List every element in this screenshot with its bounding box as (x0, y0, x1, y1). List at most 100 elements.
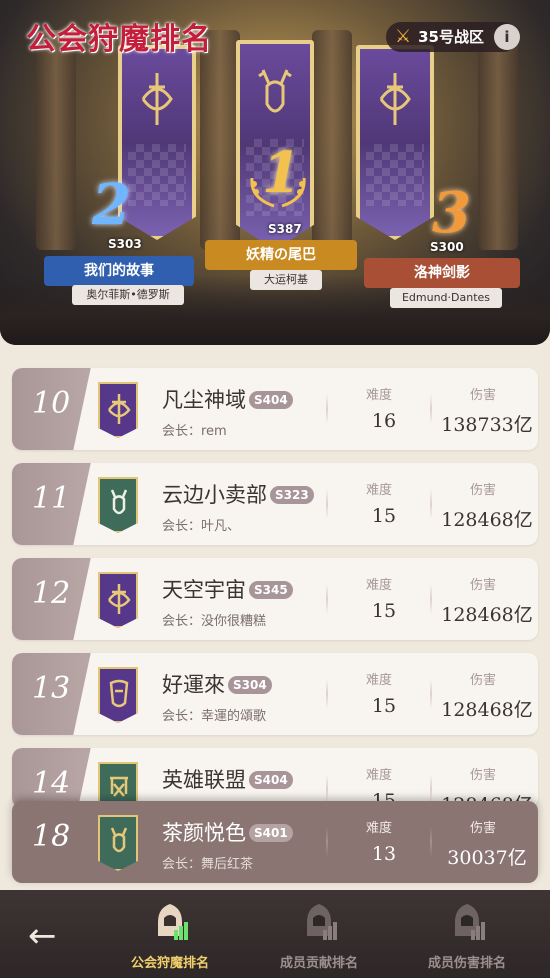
guild-crest-icon (98, 477, 138, 533)
podium-leader-1: 大运柯基 (250, 270, 322, 290)
rank-number: 10 (32, 386, 71, 421)
guild-name: 天空宇宙 S345 (162, 574, 293, 604)
guild-crest-icon (98, 382, 138, 438)
tab-member-contribution-ranking[interactable]: 成员贡献排名 (264, 900, 374, 978)
pillar-decoration (36, 30, 76, 250)
guild-name: 好運來 S304 (162, 669, 272, 699)
ranking-row[interactable]: 12 天空宇宙 S345 会长：没你很糟糕 难度 15 伤害 128468亿 (12, 558, 538, 640)
rank-number: 13 (32, 671, 71, 706)
back-arrow-icon[interactable]: ← (28, 918, 72, 954)
column-divider (326, 394, 328, 424)
pillar-decoration (312, 30, 352, 250)
damage-label: 伤害 (470, 673, 497, 688)
hooded-figure-icon (158, 904, 188, 940)
damage-label: 伤害 (470, 483, 497, 498)
column-divider (430, 679, 432, 709)
page-title: 公会狩魔排名 (26, 22, 212, 57)
bottom-nav: ← 公会狩魔排名 成员贡献排名 成员伤害排名 (0, 890, 550, 978)
damage-value: 30037亿 (447, 847, 527, 869)
server-tag: S304 (228, 676, 272, 694)
ranking-list[interactable]: 10 凡尘神域 S404 会长：rem 难度 16 伤害 138733亿 11 云… (12, 368, 538, 808)
place-number-3: 3 (432, 180, 471, 246)
damage-label: 伤害 (470, 768, 497, 783)
sword-crest-icon (141, 73, 173, 125)
podium-hero: 公会狩魔排名 ⚔ 35号战区 i 2 1 3 S303 S387 S300 我们… (0, 0, 550, 345)
rank-number: 12 (32, 576, 71, 611)
tab-member-damage-ranking[interactable]: 成员伤害排名 (412, 900, 522, 978)
difficulty-value: 15 (371, 600, 397, 622)
podium-guild-2[interactable]: 我们的故事 (44, 256, 194, 286)
ranking-row[interactable]: 11 云边小卖部 S323 会长：叶凡、 难度 15 伤害 128468亿 (12, 463, 538, 545)
column-divider (430, 827, 432, 857)
ranking-row[interactable]: 13 好運來 S304 会长：幸運的頌歌 难度 15 伤害 128468亿 (12, 653, 538, 735)
laurel-icon (250, 177, 306, 208)
sword-crest-icon (379, 73, 411, 125)
rank-number: 14 (32, 766, 71, 801)
column-divider (326, 774, 328, 804)
damage-label: 伤害 (470, 388, 497, 403)
damage-value: 138733亿 (441, 414, 533, 436)
ranking-row[interactable]: 14 英雄联盟S404 难度 15 伤害 128468亿 (12, 748, 538, 808)
hooded-figure-icon (455, 904, 485, 940)
ranking-row[interactable]: 10 凡尘神域 S404 会长：rem 难度 16 伤害 138733亿 (12, 368, 538, 450)
column-divider (326, 489, 328, 519)
difficulty-label: 难度 (366, 483, 393, 498)
difficulty-label: 难度 (366, 388, 393, 403)
banner-third (356, 45, 434, 240)
hooded-figure-icon (307, 904, 337, 940)
info-button[interactable]: i (494, 24, 520, 50)
difficulty-value: 15 (371, 695, 397, 717)
podium-guild-1[interactable]: 妖精の尾巴 (205, 240, 357, 270)
difficulty-label: 难度 (366, 768, 393, 783)
pillar-decoration (478, 30, 518, 250)
guild-name: 云边小卖部 S323 (162, 479, 314, 509)
damage-label: 伤害 (470, 821, 497, 836)
column-divider (326, 827, 328, 857)
column-divider (430, 584, 432, 614)
guild-leader: 会长：没你很糟糕 (162, 614, 267, 629)
difficulty-label: 难度 (366, 578, 393, 593)
server-tag: S401 (249, 824, 293, 842)
damage-value: 128468亿 (441, 604, 533, 626)
difficulty-value: 16 (371, 410, 397, 432)
damage-value: 128468亿 (441, 509, 533, 531)
column-divider (326, 584, 328, 614)
zone-label: 35号战区 (418, 28, 484, 46)
place-number-2: 2 (92, 172, 131, 238)
tab-label: 成员贡献排名 (279, 956, 358, 971)
guild-crest-icon (98, 572, 138, 628)
podium-guild-3[interactable]: 洛神剑影 (364, 258, 520, 288)
server-tag: S323 (270, 486, 314, 504)
difficulty-label: 难度 (366, 673, 393, 688)
server-tag: S404 (249, 391, 293, 409)
guild-leader: 会长：舞后红茶 (162, 857, 254, 872)
difficulty-value: 15 (371, 505, 397, 527)
rank-number: 11 (32, 481, 71, 516)
stag-crest-icon (258, 69, 292, 113)
guild-crest-icon (98, 667, 138, 723)
damage-label: 伤害 (470, 578, 497, 593)
server-tag: S404 (249, 771, 293, 789)
server-tag: S345 (249, 581, 293, 599)
column-divider (326, 679, 328, 709)
column-divider (430, 394, 432, 424)
column-divider (430, 489, 432, 519)
guild-leader: 会长：叶凡、 (162, 519, 241, 534)
guild-name: 茶颜悦色 S401 (162, 817, 293, 847)
podium-server-2: S303 (108, 237, 142, 251)
own-guild-row[interactable]: 18 茶颜悦色 S401 会长：舞后红茶 难度 13 伤害 30037亿 (12, 801, 538, 883)
column-divider (430, 774, 432, 804)
guild-crest-icon (98, 815, 138, 871)
tab-label: 成员伤害排名 (427, 956, 506, 971)
guild-name: 凡尘神域 S404 (162, 384, 293, 414)
guild-leader: 会长：rem (162, 424, 227, 439)
difficulty-value: 13 (371, 843, 397, 865)
pillar-decoration (200, 30, 240, 250)
rank-number: 18 (32, 819, 71, 854)
guild-name: 英雄联盟 S404 (162, 764, 293, 794)
podium-server-1: S387 (268, 222, 302, 236)
guild-leader: 会长：幸運的頌歌 (162, 709, 267, 724)
tab-label: 公会狩魔排名 (130, 956, 209, 971)
difficulty-label: 难度 (366, 821, 393, 836)
tab-guild-hunt-ranking[interactable]: 公会狩魔排名 (115, 892, 225, 978)
